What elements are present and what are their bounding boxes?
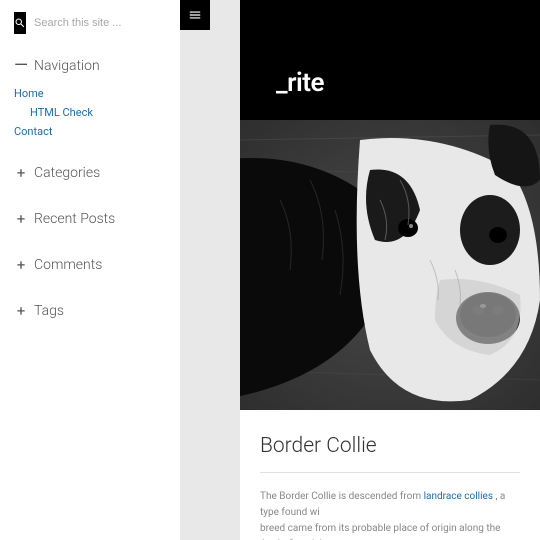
hero-image [240,120,540,410]
section-title: Recent Posts [34,211,115,227]
section-header-categories[interactable]: + Categories [14,159,166,187]
hamburger-icon [188,8,202,22]
search-button[interactable] [14,12,26,34]
nav-link-contact[interactable]: Contact [14,122,166,141]
section-title: Categories [34,165,100,181]
divider [260,472,520,473]
sidebar: — Navigation Home HTML Check Contact + C… [0,0,180,540]
hamburger-button[interactable] [180,0,210,30]
nav-link-html-check[interactable]: HTML Check [14,103,166,122]
article-title: Border Collie [260,434,520,458]
minus-icon: — [14,59,28,73]
sidebar-section-tags: + Tags [14,297,166,325]
site-title: _rite [276,68,324,98]
link-landrace[interactable]: landrace [424,491,462,502]
search-row [14,12,166,34]
sidebar-section-recent-posts: + Recent Posts [14,205,166,233]
section-header-comments[interactable]: + Comments [14,251,166,279]
section-title: Comments [34,257,102,273]
article-body: The Border Collie is descended from land… [260,489,520,540]
plus-icon: + [14,166,28,180]
sidebar-section-comments: + Comments [14,251,166,279]
section-title: Navigation [34,58,100,74]
section-header-navigation[interactable]: — Navigation [14,52,166,80]
plus-icon: + [14,212,28,226]
section-header-recent-posts[interactable]: + Recent Posts [14,205,166,233]
sidebar-section-navigation: — Navigation Home HTML Check Contact [14,52,166,141]
link-collies[interactable]: collies [464,491,493,502]
search-input[interactable] [26,13,184,33]
layout-gap [180,0,240,540]
nav-link-home[interactable]: Home [14,84,166,103]
body-text: The Border Collie is descended from [260,491,424,502]
article: Border Collie The Border Collie is desce… [240,410,540,540]
plus-icon: + [14,304,28,318]
plus-icon: + [14,258,28,272]
body-text: breed came from its probable place of or… [260,523,500,534]
section-title: Tags [34,303,64,319]
section-header-tags[interactable]: + Tags [14,297,166,325]
search-icon [14,17,26,29]
sidebar-section-categories: + Categories [14,159,166,187]
main-content: _rite [240,0,540,540]
nav-links: Home HTML Check Contact [14,80,166,141]
site-header: _rite [240,0,540,120]
